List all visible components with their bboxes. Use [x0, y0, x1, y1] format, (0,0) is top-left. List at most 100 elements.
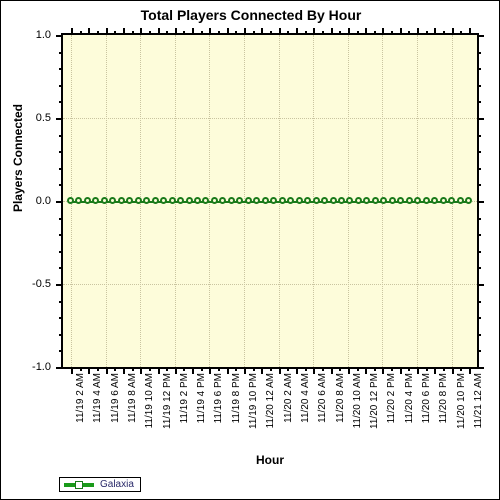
- series-data-point[interactable]: [371, 197, 379, 204]
- x-tick-major-top: [174, 28, 177, 35]
- series-data-point[interactable]: [100, 197, 108, 204]
- x-axis-tick-label: 11/20 4 PM: [403, 373, 415, 424]
- y-tick-minor-right: [477, 234, 481, 237]
- series-data-point[interactable]: [465, 197, 472, 204]
- x-tick-major-top: [313, 28, 316, 35]
- x-tick-minor: [425, 367, 428, 371]
- x-tick-major-top: [122, 28, 125, 35]
- x-tick-minor: [321, 367, 324, 371]
- series-data-point[interactable]: [194, 197, 202, 204]
- y-tick-minor-right: [477, 84, 481, 87]
- x-tick-minor: [166, 367, 169, 371]
- x-axis-tick-label: 11/20 4 AM: [299, 373, 311, 423]
- y-tick-major-right: [477, 35, 484, 37]
- x-tick-minor-top: [218, 31, 221, 35]
- x-tick-minor-top: [339, 31, 342, 35]
- x-tick-minor: [252, 367, 255, 371]
- x-tick-minor-top: [304, 31, 307, 35]
- series-data-point[interactable]: [117, 197, 125, 204]
- x-tick-minor: [79, 367, 82, 371]
- series-data-point[interactable]: [354, 197, 362, 204]
- y-tick-minor-right: [477, 184, 481, 187]
- y-tick-minor: [59, 217, 63, 220]
- x-tick-minor-top: [321, 31, 324, 35]
- x-tick-major-top: [157, 28, 160, 35]
- series-data-point[interactable]: [456, 197, 464, 204]
- x-tick-major-top: [105, 28, 108, 35]
- x-axis-tick-label: 11/20 8 PM: [438, 373, 450, 424]
- series-data-point[interactable]: [388, 197, 396, 204]
- series-data-point[interactable]: [83, 197, 91, 204]
- x-axis-tick-label: 11/21 12 AM: [473, 373, 484, 429]
- x-axis-tick-label: 11/20 6 AM: [317, 373, 329, 423]
- series-data-point[interactable]: [210, 197, 218, 204]
- x-tick-minor-top: [252, 31, 255, 35]
- x-axis-tick-label: 11/19 6 AM: [109, 373, 121, 423]
- x-axis-tick-label: 11/20 12 AM: [265, 373, 277, 429]
- series-data-point[interactable]: [67, 197, 74, 204]
- y-tick-minor-right: [477, 300, 481, 303]
- x-tick-minor-top: [131, 31, 134, 35]
- x-tick-minor: [304, 367, 307, 371]
- x-tick-major-top: [399, 28, 402, 35]
- series-data-point[interactable]: [321, 197, 329, 204]
- x-tick-minor: [96, 367, 99, 371]
- series-data-point[interactable]: [337, 197, 345, 204]
- series-data-point[interactable]: [295, 197, 303, 204]
- x-tick-minor: [443, 367, 446, 371]
- y-tick-minor: [59, 51, 63, 54]
- x-axis-tick-label: 11/19 2 PM: [178, 373, 190, 424]
- x-tick-minor-top: [408, 31, 411, 35]
- x-tick-minor-top: [114, 31, 117, 35]
- legend-label-galaxia: Galaxia: [100, 479, 134, 490]
- series-data-point[interactable]: [422, 197, 430, 204]
- series-data-point[interactable]: [405, 197, 413, 204]
- y-tick-major: [56, 35, 63, 37]
- x-tick-major-top: [469, 28, 471, 35]
- y-tick-major: [56, 118, 63, 120]
- x-tick-minor: [270, 367, 272, 371]
- y-tick-minor: [59, 300, 63, 303]
- chart-legend[interactable]: Galaxia: [59, 477, 141, 492]
- x-tick-major-top: [140, 28, 143, 35]
- x-tick-minor: [218, 367, 221, 371]
- x-axis-tick-label: 11/20 12 PM: [369, 373, 381, 429]
- series-data-point[interactable]: [278, 197, 286, 204]
- x-axis-tick-label: 11/20 10 AM: [351, 373, 363, 429]
- x-tick-minor: [148, 367, 151, 371]
- y-tick-minor-right: [477, 217, 481, 220]
- x-tick-major-top: [71, 28, 73, 35]
- series-data-point[interactable]: [244, 197, 252, 204]
- series-data-point[interactable]: [227, 197, 235, 204]
- gridline-horizontal: [63, 118, 477, 120]
- series-data-point[interactable]: [151, 197, 159, 204]
- x-tick-minor: [408, 367, 411, 371]
- x-tick-minor-top: [373, 31, 376, 35]
- x-tick-minor: [200, 367, 203, 371]
- series-data-point[interactable]: [329, 197, 337, 204]
- series-data-point[interactable]: [439, 197, 447, 204]
- x-tick-minor-top: [270, 31, 272, 35]
- legend-marker-icon: [75, 481, 83, 489]
- series-data-point[interactable]: [448, 197, 456, 204]
- x-tick-minor-top: [166, 31, 169, 35]
- x-axis-tick-label: 11/19 10 AM: [144, 373, 156, 429]
- y-axis-tick-label: -0.5: [32, 278, 51, 290]
- series-data-point[interactable]: [261, 197, 269, 204]
- y-axis-tick-labels: 1.0 0.5 0.0 -0.5 -1.0: [1, 29, 56, 373]
- series-data-point[interactable]: [185, 197, 193, 204]
- y-tick-major-right: [477, 118, 484, 120]
- x-tick-minor-top: [79, 31, 82, 35]
- x-tick-major-top: [192, 28, 195, 35]
- series-data-point[interactable]: [312, 197, 320, 204]
- y-axis-tick-label: 0.5: [35, 112, 51, 124]
- x-tick-major-top: [278, 28, 281, 35]
- series-data-point[interactable]: [134, 197, 142, 204]
- x-tick-minor-top: [287, 31, 290, 35]
- y-tick-minor: [59, 134, 63, 137]
- series-data-point[interactable]: [168, 197, 176, 204]
- x-tick-minor-top: [356, 31, 359, 35]
- x-tick-minor-top: [148, 31, 151, 35]
- y-tick-minor-right: [477, 317, 481, 320]
- x-tick-major-top: [261, 28, 264, 35]
